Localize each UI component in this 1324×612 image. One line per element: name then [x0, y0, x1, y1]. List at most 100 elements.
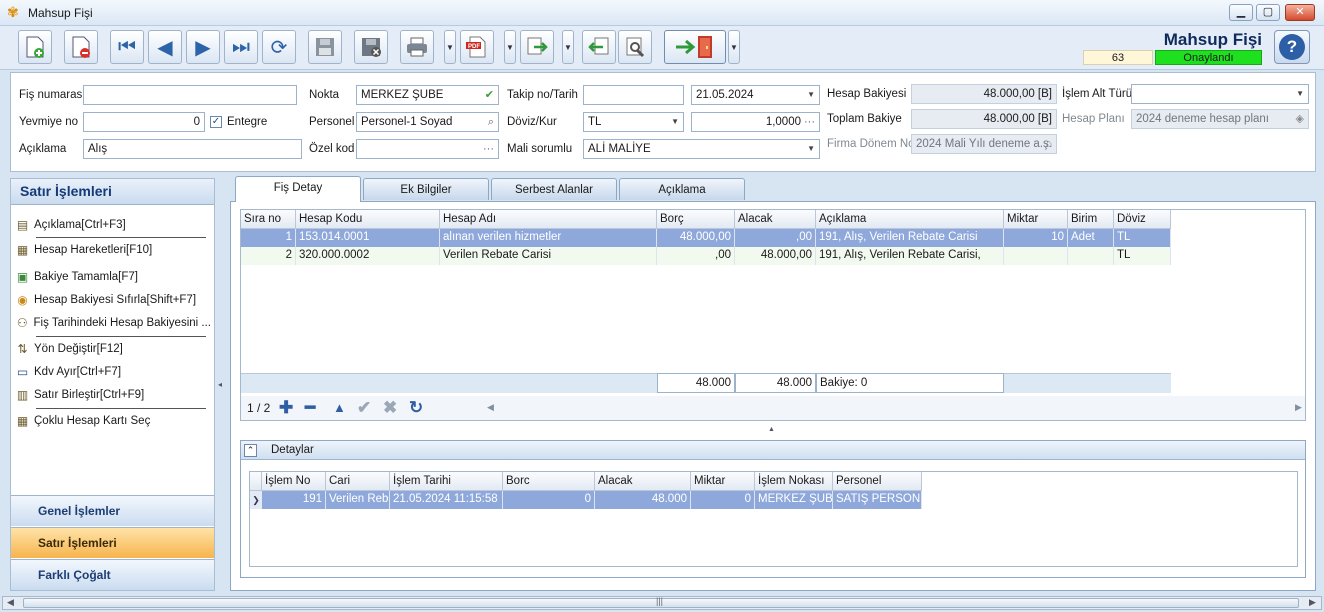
new-document-icon[interactable] — [18, 30, 52, 64]
cell — [1068, 247, 1114, 265]
maximize-button[interactable]: ▢ — [1256, 4, 1280, 21]
col-header[interactable]: Döviz — [1114, 210, 1171, 229]
col-header[interactable]: Personel — [833, 472, 922, 491]
horizontal-scrollbar[interactable]: ◀ ||| ▶ — [2, 596, 1322, 610]
minimize-button[interactable]: ▁ — [1229, 4, 1253, 21]
save-icon[interactable] — [308, 30, 342, 64]
lp-item-coklu-hesap[interactable]: ▦ Çoklu Hesap Kartı Seç — [15, 411, 211, 431]
col-header[interactable]: İşlem Nokası — [755, 472, 833, 491]
lp-item-fis-tarihindeki[interactable]: ⚇ Fiş Tarihindeki Hesap Bakiyesini ... — [15, 313, 211, 333]
scroll-left-icon[interactable]: ◀ — [487, 402, 494, 413]
col-header[interactable]: Hesap Kodu — [296, 210, 440, 229]
col-header[interactable]: Birim — [1068, 210, 1114, 229]
col-header[interactable]: Borç — [657, 210, 735, 229]
nokta-input[interactable]: MERKEZ ŞUBE ✔ — [356, 85, 499, 105]
col-header[interactable]: Hesap Adı — [440, 210, 657, 229]
lp-item-yon-degistir[interactable]: ⇅ Yön Değiştir[F12] — [15, 339, 211, 359]
pdf-icon[interactable]: PDF — [460, 30, 494, 64]
personel-input[interactable]: Personel-1 Soyad ⌕ — [356, 112, 499, 132]
import-icon[interactable] — [582, 30, 616, 64]
ellipsis-icon[interactable]: ··· — [483, 140, 494, 158]
col-header[interactable]: Miktar — [1004, 210, 1068, 229]
print-icon[interactable] — [400, 30, 434, 64]
add-row-icon[interactable]: ✚ — [279, 398, 293, 418]
lp-item-label: Satır Birleştir[Ctrl+F9] — [34, 389, 145, 401]
table-row[interactable]: 191 Verilen Rebate 21.05.2024 11:15:58 0… — [262, 491, 922, 509]
cancel-save-icon[interactable] — [354, 30, 388, 64]
splitter-arrow-icon[interactable]: ◂ — [218, 380, 222, 389]
tab-aciklama[interactable]: Açıklama — [619, 178, 745, 200]
scroll-right-icon[interactable]: ▶ — [1295, 402, 1302, 413]
remove-row-icon[interactable]: ━ — [305, 398, 315, 418]
col-header[interactable]: Cari — [326, 472, 390, 491]
yevmiye-no-input[interactable]: 0 — [83, 112, 205, 132]
scroll-left-icon[interactable]: ◀ — [7, 597, 14, 608]
last-record-icon[interactable]: ⏭ — [224, 30, 258, 64]
kur-input[interactable]: 1,0000 ··· — [691, 112, 820, 132]
section-genel-islemler[interactable]: Genel İşlemler — [11, 495, 214, 526]
tab-fis-detay[interactable]: Fiş Detay — [235, 176, 361, 202]
chevron-down-icon[interactable]: ▼ — [1296, 85, 1304, 103]
next-record-icon[interactable]: ▶ — [186, 30, 220, 64]
aciklama-input[interactable]: Alış — [83, 139, 302, 159]
export-dropdown-icon[interactable]: ▼ — [562, 30, 574, 64]
scroll-right-icon[interactable]: ▶ — [1309, 597, 1316, 608]
fis-numarasi-input[interactable] — [83, 85, 297, 105]
lp-item-kdv-ayir[interactable]: ▭ Kdv Ayır[Ctrl+F7] — [15, 362, 211, 382]
splitter-up-icon[interactable]: ▲ — [768, 426, 775, 433]
chevron-down-icon[interactable]: ▼ — [807, 140, 815, 158]
lp-item-aciklama[interactable]: ▤ Açıklama[Ctrl+F3] — [15, 215, 211, 235]
section-satir-islemleri[interactable]: Satır İşlemleri — [11, 527, 214, 558]
lp-item-hesap-bakiyesi-sifirla[interactable]: ◉ Hesap Bakiyesi Sıfırla[Shift+F7] — [15, 290, 211, 310]
exit-icon[interactable] — [664, 30, 726, 64]
help-button[interactable]: ? — [1274, 30, 1310, 64]
previous-record-icon[interactable]: ◀ — [148, 30, 182, 64]
islem-alt-turu-select[interactable]: ▼ — [1131, 84, 1309, 104]
col-header[interactable]: İşlem Tarihi — [390, 472, 503, 491]
cell: 0 — [503, 491, 595, 509]
tab-serbest-alanlar[interactable]: Serbest Alanlar — [491, 178, 617, 200]
pdf-dropdown-icon[interactable]: ▼ — [504, 30, 516, 64]
collapse-icon[interactable]: ⌃ — [244, 444, 257, 457]
col-header[interactable]: Açıklama — [816, 210, 1004, 229]
takip-no-input[interactable] — [583, 85, 684, 105]
scroll-thumb[interactable]: ||| — [23, 596, 1299, 608]
table-row[interactable]: 1 153.014.0001 alınan verilen hizmetler … — [241, 229, 1171, 247]
search-icon[interactable]: ⌕ — [488, 113, 494, 131]
col-header[interactable]: Sıra no — [241, 210, 296, 229]
lp-item-satir-birlestir[interactable]: ▥ Satır Birleştir[Ctrl+F9] — [15, 385, 211, 405]
doviz-select[interactable]: TL ▼ — [583, 112, 684, 132]
ellipsis-icon[interactable]: ··· — [804, 113, 815, 131]
col-header[interactable]: Borc — [503, 472, 595, 491]
close-button[interactable]: ✕ — [1285, 4, 1315, 21]
move-up-icon[interactable]: ▲ — [333, 400, 346, 415]
tab-ek-bilgiler[interactable]: Ek Bilgiler — [363, 178, 489, 200]
refresh-icon[interactable]: ↻ — [409, 398, 423, 418]
record-number: 63 — [1083, 50, 1153, 65]
delete-document-icon[interactable] — [64, 30, 98, 64]
check-icon[interactable]: ✔ — [485, 86, 494, 104]
ozel-kod-input[interactable]: ··· — [356, 139, 499, 159]
tarih-input[interactable]: 21.05.2024 ▼ — [691, 85, 820, 105]
chevron-down-icon[interactable]: ▼ — [807, 86, 815, 104]
table-row[interactable]: 2 320.000.0002 Verilen Rebate Carisi ,00… — [241, 247, 1171, 265]
ledger-icon: ▦ — [16, 243, 29, 257]
lp-item-hesap-hareketleri[interactable]: ▦ Hesap Hareketleri[F10] — [15, 240, 211, 260]
entegre-checkbox[interactable]: ✓ — [210, 116, 222, 128]
print-dropdown-icon[interactable]: ▼ — [444, 30, 456, 64]
col-header[interactable]: Alacak — [735, 210, 816, 229]
col-header[interactable]: Miktar — [691, 472, 755, 491]
refresh-icon[interactable]: ⟳ — [262, 30, 296, 64]
chevron-down-icon[interactable]: ▼ — [671, 113, 679, 131]
confirm-icon[interactable]: ✔ — [357, 398, 371, 418]
settings-icon[interactable] — [618, 30, 652, 64]
col-header[interactable]: İşlem No — [262, 472, 326, 491]
export-icon[interactable] — [520, 30, 554, 64]
section-farkli-cogalt[interactable]: Farklı Çoğalt — [11, 559, 214, 590]
lp-item-bakiye-tamamla[interactable]: ▣ Bakiye Tamamla[F7] — [15, 267, 211, 287]
first-record-icon[interactable]: ⏮ — [110, 30, 144, 64]
mali-sorumlu-select[interactable]: ALİ MALİYE ▼ — [583, 139, 820, 159]
col-header[interactable]: Alacak — [595, 472, 691, 491]
cancel-icon[interactable]: ✖ — [383, 398, 397, 418]
exit-dropdown-icon[interactable]: ▼ — [728, 30, 740, 64]
